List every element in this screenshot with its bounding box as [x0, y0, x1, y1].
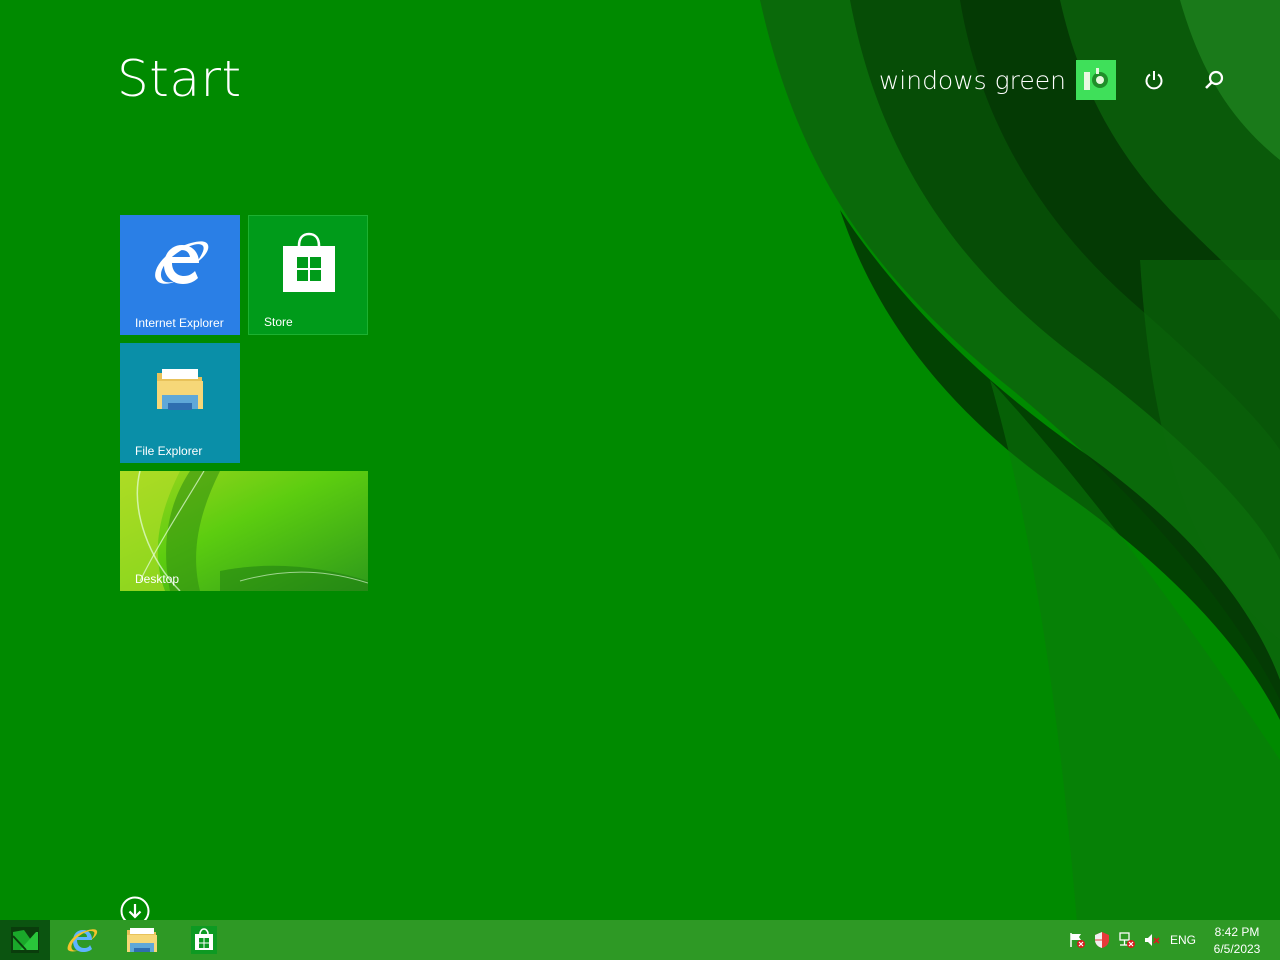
tile-label: Store — [264, 315, 293, 329]
shield-icon[interactable] — [1091, 930, 1113, 950]
clock[interactable]: 8:42 PM 6/5/2023 — [1205, 924, 1269, 958]
windows-start-icon — [11, 927, 39, 953]
file-explorer-icon — [157, 369, 203, 410]
clock-time: 8:42 PM — [1214, 925, 1260, 939]
user-avatar — [1076, 60, 1116, 100]
user-account[interactable]: windows green — [879, 60, 1116, 100]
action-center-flag-icon[interactable] — [1066, 930, 1088, 950]
taskbar-file-explorer[interactable] — [112, 920, 172, 960]
power-icon — [1145, 71, 1163, 90]
tile-label: File Explorer — [135, 444, 203, 458]
system-tray — [1066, 920, 1166, 960]
power-button[interactable] — [1138, 64, 1170, 96]
language-indicator[interactable]: ENG — [1170, 920, 1196, 960]
search-icon — [1205, 70, 1224, 89]
internet-explorer-icon — [67, 929, 98, 952]
store-icon — [191, 926, 217, 954]
network-icon[interactable] — [1116, 930, 1138, 950]
tile-file-explorer[interactable]: File Explorer — [120, 343, 240, 463]
store-icon — [283, 232, 335, 292]
search-button[interactable] — [1198, 64, 1230, 96]
start-title: Start — [117, 50, 242, 108]
tile-internet-explorer[interactable]: Internet Explorer — [120, 215, 240, 335]
clock-date: 6/5/2023 — [1213, 942, 1261, 956]
user-name: windows green — [878, 65, 1066, 95]
volume-icon[interactable] — [1141, 930, 1163, 950]
tile-label: Desktop — [135, 572, 180, 586]
taskbar: ENG 8:42 PM 6/5/2023 — [0, 920, 1280, 960]
start-button[interactable] — [0, 920, 50, 960]
tile-store[interactable]: Store — [248, 215, 368, 335]
taskbar-internet-explorer[interactable] — [52, 920, 112, 960]
tile-label: Internet Explorer — [135, 316, 224, 330]
file-explorer-icon — [127, 928, 157, 952]
taskbar-store[interactable] — [174, 920, 234, 960]
internet-explorer-icon — [155, 241, 209, 284]
tile-desktop[interactable]: Desktop — [120, 471, 368, 591]
